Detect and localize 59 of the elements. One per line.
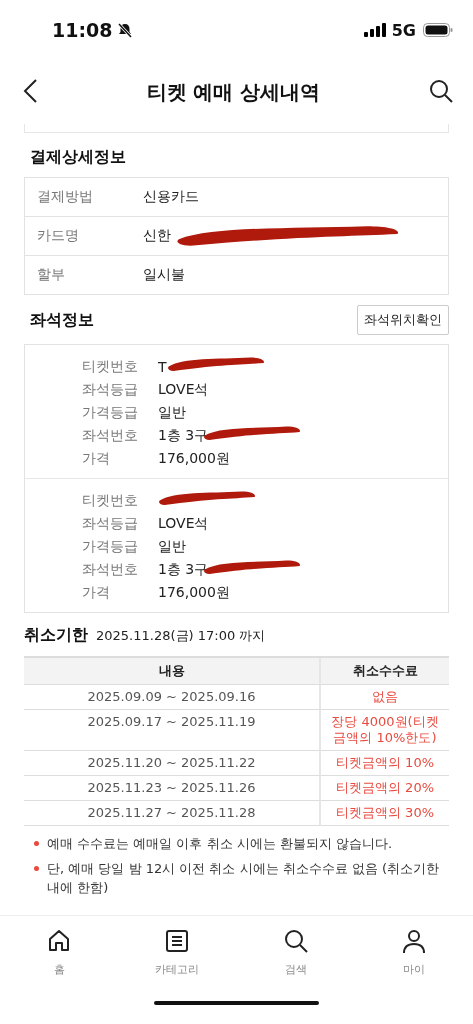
field-value: 176,000원 <box>158 583 230 602</box>
field-value: 일시불 <box>143 266 185 284</box>
bullet-icon <box>34 866 39 871</box>
field-value: LOVE석 <box>158 380 209 399</box>
table-cell: 티켓금액의 20% <box>321 776 449 801</box>
table-cell: 2025.09.09 ~ 2025.09.16 <box>24 685 321 710</box>
field-label: 가격등급 <box>82 403 139 422</box>
tab-button[interactable]: 카테고리 <box>118 928 237 977</box>
field-label: 결제방법 <box>36 188 94 206</box>
tab-button[interactable]: 검색 <box>236 928 355 977</box>
table-cell: 티켓금액의 30% <box>321 801 449 826</box>
field-value: 신한 <box>143 227 171 245</box>
table-cell: 장당 4000원(티켓금액의 10%한도) <box>321 710 449 751</box>
note-text: 예매 수수료는 예매일 이후 취소 시에는 환불되지 않습니다. <box>47 835 393 853</box>
field-value: 1층 3구 <box>158 426 209 445</box>
section-title: 취소기한 <box>24 625 88 646</box>
bullet-icon <box>34 841 39 846</box>
field-label: 좌석등급 <box>82 380 139 399</box>
cancel-deadline: 2025.11.28(금) 17:00 까지 <box>96 627 266 645</box>
field-value: 1층 3구 <box>158 560 209 579</box>
table-cell: 2025.11.27 ~ 2025.11.28 <box>24 801 321 826</box>
person-icon <box>400 928 427 954</box>
field-label: 가격 <box>82 449 111 468</box>
field-value: LOVE석 <box>158 514 209 533</box>
table-cell: 티켓금액의 10% <box>321 751 449 776</box>
column-header: 내용 <box>24 658 321 685</box>
list-icon <box>164 928 191 954</box>
bell-muted-icon <box>117 22 134 38</box>
field-label: 좌석등급 <box>82 514 139 533</box>
network-label: 5G <box>391 20 416 40</box>
field-value: T <box>158 358 168 375</box>
field-label: 가격 <box>82 583 111 602</box>
field-label: 카드명 <box>36 227 80 245</box>
field-value: 176,000원 <box>158 449 230 468</box>
battery-icon <box>423 23 453 37</box>
tab-button[interactable]: 홈 <box>0 928 119 977</box>
table-cell: 2025.09.17 ~ 2025.11.19 <box>24 710 321 751</box>
tab-button[interactable]: 마이 <box>354 928 473 977</box>
table-cell: 2025.11.23 ~ 2025.11.26 <box>24 776 321 801</box>
field-value: 일반 <box>158 403 186 422</box>
signal-icon <box>363 23 386 37</box>
search-icon <box>282 928 309 954</box>
column-header: 취소수수료 <box>321 658 449 685</box>
field-label: 좌석번호 <box>82 426 139 445</box>
section-title: 결제상세정보 <box>30 147 126 168</box>
field-label: 할부 <box>36 266 66 284</box>
page-title: 티켓 예매 상세내역 <box>145 78 322 106</box>
field-label: 좌석번호 <box>82 560 139 579</box>
section-title: 좌석정보 <box>30 309 94 331</box>
note-text: 단, 예매 당일 밤 12시 이전 취소 시에는 취소수수료 없음 (취소기한 내에 한함) <box>47 860 441 897</box>
table-cell: 없음 <box>321 685 449 710</box>
field-value: 일반 <box>158 537 186 556</box>
field-label: 티켓번호 <box>82 491 139 510</box>
field-label: 티켓번호 <box>82 357 139 376</box>
field-label: 가격등급 <box>82 537 139 556</box>
field-value: 신용카드 <box>143 188 199 206</box>
status-time: 11:08 <box>52 19 113 41</box>
table-cell: 2025.11.20 ~ 2025.11.22 <box>24 751 321 776</box>
seat-location-button[interactable]: 좌석위치확인 <box>357 305 449 335</box>
